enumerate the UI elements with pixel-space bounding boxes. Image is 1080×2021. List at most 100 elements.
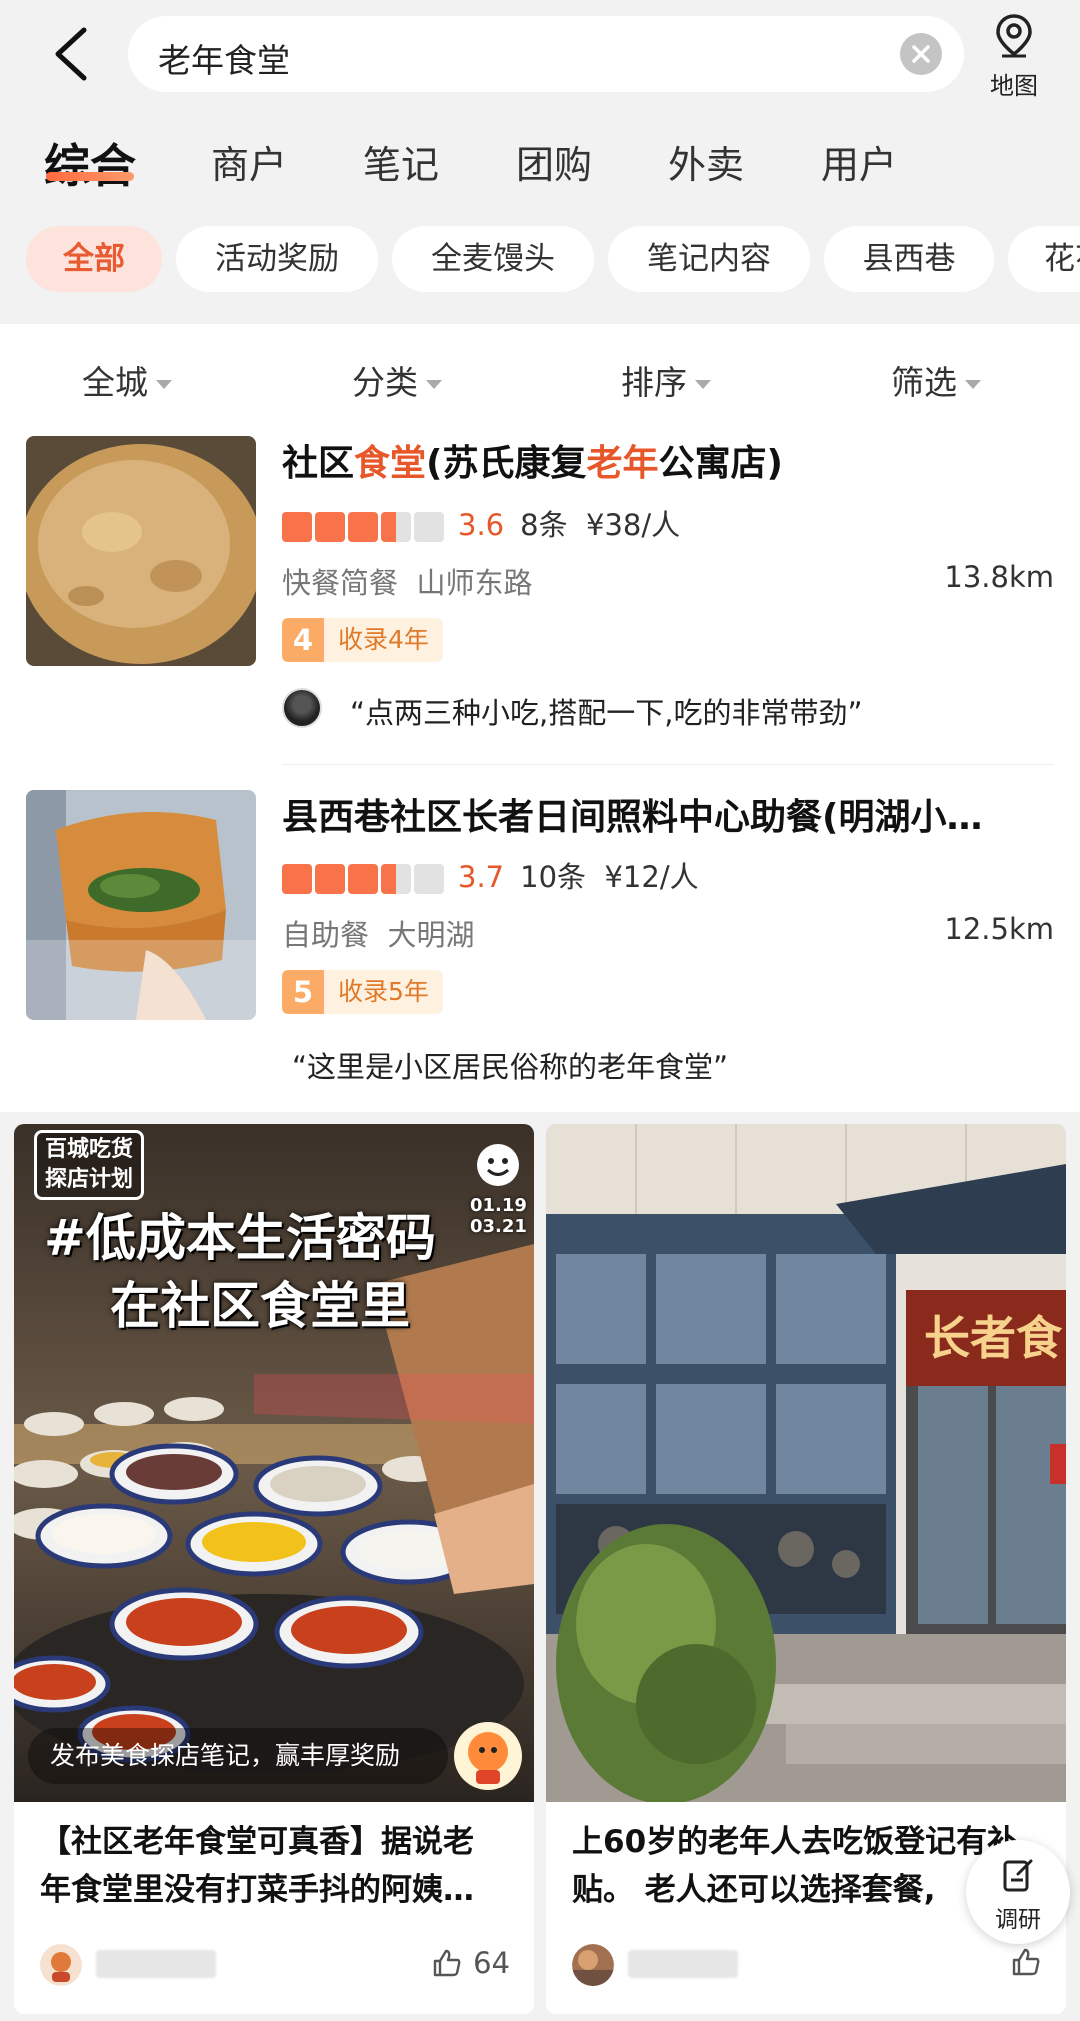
listing-category: 自助餐 (282, 918, 370, 952)
map-button[interactable]: 地图 (976, 12, 1052, 100)
price-per-person: ¥12/人 (604, 860, 699, 894)
filter-sort-label: 排序 (621, 363, 687, 402)
caret-down-icon (156, 380, 172, 389)
listing-meta: 自助餐 大明湖 (282, 912, 474, 954)
tab-bar: 综合 商户 笔记 团购 外卖 用户 (0, 108, 1080, 216)
tab-notes[interactable]: 笔记 (363, 134, 439, 189)
badge-number: 4 (282, 618, 324, 662)
chip-all[interactable]: 全部 (26, 226, 162, 292)
date-start: 01.19 (470, 1195, 527, 1216)
research-label: 调研 (995, 1907, 1041, 1933)
listing-distance: 12.5km (944, 912, 1054, 946)
author-name-blurred[interactable] (628, 1950, 738, 1978)
badge-number: 5 (282, 970, 324, 1014)
star-empty-icon (414, 512, 444, 542)
listing-area: 山师东路 (416, 566, 533, 600)
rating-score: 3.6 (458, 508, 505, 542)
note-footer (572, 1940, 1042, 1990)
note-cover-image: 长者食 (546, 1124, 1066, 1802)
tab-delivery[interactable]: 外卖 (668, 134, 744, 189)
filter-row: 全城 分类 排序 筛选 (0, 324, 1080, 434)
mascot-icon (454, 1722, 522, 1790)
listing-title[interactable]: 社区食堂(苏氏康复老年公寓店) (282, 434, 783, 486)
clear-icon[interactable] (900, 33, 942, 75)
reviewer-avatar (282, 688, 322, 728)
listing-review: “点两三种小吃,搭配一下,吃的非常带劲” (350, 696, 863, 730)
title-part: (苏氏康复 (426, 443, 587, 484)
star-icon (282, 512, 312, 542)
filter-city[interactable]: 全城 (82, 356, 172, 404)
title-part: 公寓店) (658, 443, 783, 484)
cover-subheadline: 在社区食堂里 (110, 1277, 410, 1335)
star-icon (348, 864, 378, 894)
campaign-tag-line: 百城吃货 (45, 1137, 134, 1162)
divider (282, 764, 1054, 765)
top-bar: 老年食堂 地图 (0, 0, 1080, 108)
chip-activity-reward[interactable]: 活动奖励 (176, 226, 378, 292)
date-badge: 01.19 03.21 (470, 1140, 527, 1237)
star-half-icon (381, 864, 411, 894)
chip-whole-wheat-bun[interactable]: 全麦馒头 (392, 226, 594, 292)
tab-group-buy[interactable]: 团购 (516, 134, 592, 189)
date-end: 03.21 (470, 1216, 527, 1237)
listing-title[interactable]: 县西巷社区长者日间照料中心助餐(明湖小… (282, 788, 1042, 840)
filter-category-label: 分类 (352, 363, 418, 402)
like-button[interactable]: 64 (431, 1946, 510, 1980)
listing-area: 大明湖 (387, 918, 475, 952)
search-query[interactable]: 老年食堂 (158, 34, 290, 82)
tab-users[interactable]: 用户 (821, 134, 897, 189)
listing-meta: 快餐简餐 山师东路 (282, 560, 532, 602)
note-title-line: 年食堂里没有打菜手抖的阿姨… (40, 1872, 474, 1908)
listing-photo (26, 436, 256, 666)
restaurant-sign: 长者食 (906, 1290, 1066, 1386)
review-count: 8条 (520, 508, 568, 542)
star-icon (315, 864, 345, 894)
thumbs-up-icon (1012, 1948, 1040, 1976)
active-tab-indicator (46, 172, 134, 181)
campaign-tag: 百城吃货 探店计划 (34, 1130, 145, 1200)
caret-down-icon (426, 380, 442, 389)
author-name-blurred[interactable] (96, 1950, 216, 1978)
caret-down-icon (695, 380, 711, 389)
listing-review: “这里是小区居民俗称的老年食堂” (292, 1050, 729, 1084)
tab-all[interactable]: 综合 (44, 130, 136, 196)
note-card[interactable]: 百城吃货探店计划 01.19 03.21 #低成本生活密码 在社区食堂里 发布美… (14, 1124, 534, 2014)
author-avatar[interactable] (40, 1944, 82, 1986)
research-button[interactable]: 调研 (966, 1840, 1070, 1944)
filter-screen-label: 筛选 (891, 363, 957, 402)
title-highlight: 老年 (586, 443, 659, 484)
rating-row: 3.7 10条 ¥12/人 (282, 854, 699, 896)
listing-badge: 5 收录5年 (282, 970, 443, 1014)
tab-merchants[interactable]: 商户 (211, 134, 287, 189)
star-icon (348, 512, 378, 542)
filter-category[interactable]: 分类 (352, 356, 442, 404)
back-icon[interactable] (44, 22, 100, 86)
filter-city-label: 全城 (82, 363, 148, 402)
listing-photo (26, 790, 256, 1020)
map-pin-icon (996, 14, 1032, 58)
caret-down-icon (965, 380, 981, 389)
listing-item[interactable]: 县西巷社区长者日间照料中心助餐(明湖小… 3.7 10条 ¥12/人 自助餐 大明… (0, 788, 1080, 1112)
filter-screen[interactable]: 筛选 (891, 356, 981, 404)
campaign-caption[interactable]: 发布美食探店笔记，赢丰厚奖励 (28, 1728, 448, 1784)
note-title-line: 上60岁的老年人去吃饭登记有补 (572, 1824, 1019, 1860)
cover-headline: #低成本生活密码 (44, 1209, 436, 1267)
star-rating (282, 512, 444, 542)
author-avatar[interactable] (572, 1944, 614, 1986)
price-per-person: ¥38/人 (586, 508, 681, 542)
listing-badge: 4 收录4年 (282, 618, 443, 662)
review-count: 10条 (520, 860, 587, 894)
smiley-icon (477, 1144, 519, 1186)
chip-xianxi-lane[interactable]: 县西巷 (824, 226, 994, 292)
chip-note-content[interactable]: 笔记内容 (608, 226, 810, 292)
like-button[interactable] (1010, 1946, 1042, 1978)
note-title[interactable]: 【社区老年食堂可真香】据说老 年食堂里没有打菜手抖的阿姨… (40, 1818, 512, 1914)
chip-more[interactable]: 花花 (1008, 226, 1080, 292)
thumbs-up-icon (433, 1949, 461, 1977)
search-input[interactable]: 老年食堂 (128, 16, 964, 92)
badge-text: 收录5年 (324, 970, 443, 1014)
filter-sort[interactable]: 排序 (621, 356, 711, 404)
campaign-tag-line: 探店计划 (45, 1167, 134, 1192)
rating-score: 3.7 (458, 860, 505, 894)
listing-item[interactable]: 社区食堂(苏氏康复老年公寓店) 3.6 8条 ¥38/人 快餐简餐 山师东路 13… (0, 434, 1080, 774)
